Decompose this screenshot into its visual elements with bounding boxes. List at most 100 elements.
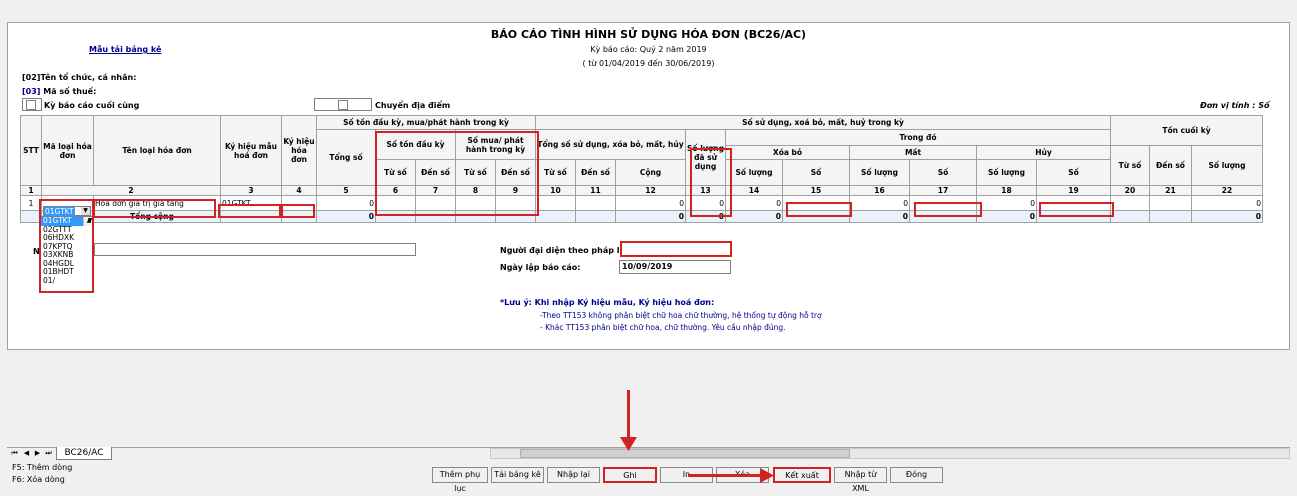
total-tong-so: 0 (316, 210, 376, 223)
group-ton-cuoi-header: Tồn cuối kỳ (1110, 115, 1263, 146)
save-button[interactable]: Ghi (603, 467, 657, 483)
close-button[interactable]: Đóng (890, 467, 943, 483)
col-huy-so-luong-header: Số lượng (976, 159, 1037, 186)
highlight-huy-so (1039, 202, 1114, 217)
highlight-ten-loai (93, 199, 216, 218)
ton-cuoi-so-luong-cell: 0 (1191, 195, 1263, 211)
status-f6: F6: Xóa dòng (12, 475, 65, 484)
prev-sheet-icon[interactable]: ◀ (22, 449, 31, 458)
highlight-ky-hieu-hd (281, 204, 315, 218)
col-number: 3 (220, 185, 282, 196)
total-blank (535, 210, 576, 223)
col-number: 18 (976, 185, 1037, 196)
col-number: 5 (316, 185, 376, 196)
load-list-button[interactable]: Tải bảng kê (491, 467, 544, 483)
col-number: 17 (909, 185, 977, 196)
note-title: *Lưu ý: Khi nhập Ký hiệu mẫu, Ký hiệu ho… (500, 298, 715, 307)
mat-so-luong-cell: 0 (849, 195, 910, 211)
report-title: BÁO CÁO TÌNH HÌNH SỬ DỤNG HÓA ĐƠN (BC26/… (490, 28, 807, 41)
add-appendix-button[interactable]: Thêm phụ lục (432, 467, 488, 493)
last-period-checkbox[interactable] (26, 100, 36, 110)
highlight-ma-loai (39, 199, 94, 293)
legal-rep-input[interactable] (620, 241, 732, 257)
huy-so-luong-cell: 0 (976, 195, 1037, 211)
highlight-ky-hieu-mau (218, 204, 281, 218)
total-huy: 0 (976, 210, 1037, 223)
col-number: 19 (1036, 185, 1111, 196)
group-su-dung-header: Số sử dụng, xoá bỏ, mất, huỷ trong kỳ (535, 115, 1111, 130)
annotation-arrow-down (627, 390, 630, 440)
org-name-label: [02]Tên tổ chức, cá nhân: (22, 73, 137, 82)
total-mat: 0 (849, 210, 910, 223)
report-period: Kỳ báo cáo: Quý 2 năm 2019 (590, 45, 707, 54)
col-number: 21 (1149, 185, 1192, 196)
ton-cuoi-tu-so-cell (1110, 195, 1150, 211)
col-number: 22 (1191, 185, 1263, 196)
col-number: 16 (849, 185, 910, 196)
first-sheet-icon[interactable]: ⏮ (10, 449, 19, 458)
note-line-1: -Theo TT153 không phân biệt chữ hoa chữ … (540, 311, 822, 320)
total-ton-cuoi: 0 (1191, 210, 1263, 223)
col-su-dung-tu-so-header: Từ số (535, 159, 576, 186)
total-cong: 0 (615, 210, 686, 223)
template-download-link[interactable]: Mẫu tải bảng kê (89, 45, 161, 54)
arrow-right-icon (760, 468, 774, 483)
note-line-2: - Khác TT153 phân biệt chữ hoa, chữ thườ… (540, 323, 786, 332)
col-ten-loai-header: Tên loại hóa đơn (93, 115, 221, 186)
col-number: 20 (1110, 185, 1150, 196)
col-number: 12 (615, 185, 686, 196)
highlight-ton-dau (375, 131, 539, 216)
report-range: ( từ 01/04/2019 đến 30/06/2019) (582, 59, 715, 68)
highlight-xoa-bo-so (786, 202, 852, 217)
reset-button[interactable]: Nhập lại (547, 467, 600, 483)
move-location-label: Chuyển địa điểm (375, 101, 451, 110)
col-number: 11 (575, 185, 616, 196)
col-number: 10 (535, 185, 576, 196)
move-location-checkbox[interactable] (338, 100, 348, 110)
col-ton-cuoi-so-luong-header: Số lượng (1191, 145, 1263, 186)
col-su-dung-den-so-header: Đến số (575, 159, 616, 186)
su-dung-tu-so-cell[interactable] (535, 195, 576, 211)
ton-cuoi-den-so-cell (1149, 195, 1192, 211)
annotation-arrow-right (688, 474, 762, 477)
unit-label: Đơn vị tính : Số (1200, 101, 1270, 110)
col-number: 15 (782, 185, 850, 196)
group-ton-dau-header: Số tồn đầu kỳ, mua/phát hành trong kỳ (316, 115, 536, 130)
group-mat-header: Mất (849, 145, 977, 160)
n-label: N (33, 247, 40, 256)
legal-rep-label: Người đại diện theo pháp luật (500, 246, 635, 255)
tab-bc26-ac[interactable]: BC26/AC (56, 447, 112, 460)
next-sheet-icon[interactable]: ▶ (33, 449, 42, 458)
last-period-label: Kỳ báo cáo cuối cùng (44, 101, 140, 110)
col-mat-so-luong-header: Số lượng (849, 159, 910, 186)
xoa-bo-so-luong-cell: 0 (725, 195, 783, 211)
col-cong-header: Cộng (615, 159, 686, 186)
highlight-so-luong-da-su-dung (690, 148, 732, 217)
export-button[interactable]: Kết xuất (773, 467, 831, 483)
col-ton-cuoi-den-so-header: Đến số (1149, 145, 1192, 186)
col-mat-so-header: Số (909, 159, 977, 186)
highlight-mat-so (914, 202, 982, 217)
col-ma-loai-header: Mã loại hóa đơn (41, 115, 94, 186)
total-blank (575, 210, 616, 223)
report-date-label: Ngày lập báo cáo: (500, 263, 581, 272)
col-ky-hieu-hd-header: Ký hiệu hóa đơn (281, 115, 317, 186)
col-huy-so-header: Số (1036, 159, 1111, 186)
total-blank (1110, 210, 1150, 223)
su-dung-den-so-cell[interactable] (575, 195, 616, 211)
col-tong-su-dung-header: Tổng số sử dụng, xóa bỏ, mất, hủy (535, 129, 686, 160)
col-tong-so-header: Tổng số (316, 129, 376, 186)
report-date-input[interactable]: 10/09/2019 (619, 260, 731, 274)
last-sheet-icon[interactable]: ⏭ (44, 449, 53, 458)
col-xoa-bo-so-header: Số (782, 159, 850, 186)
col-xoa-bo-so-luong-header: Số lượng (725, 159, 783, 186)
col-number: 4 (281, 185, 317, 196)
group-xoa-bo-header: Xóa bỏ (725, 145, 850, 160)
import-xml-button[interactable]: Nhập từ XML (834, 467, 887, 493)
arrow-down-icon (620, 437, 637, 451)
cong-cell: 0 (615, 195, 686, 211)
status-f5: F5: Thêm dòng (12, 463, 73, 472)
total-xoa-bo: 0 (725, 210, 783, 223)
n-input[interactable] (94, 243, 416, 256)
horizontal-scroll-thumb[interactable] (520, 449, 850, 458)
